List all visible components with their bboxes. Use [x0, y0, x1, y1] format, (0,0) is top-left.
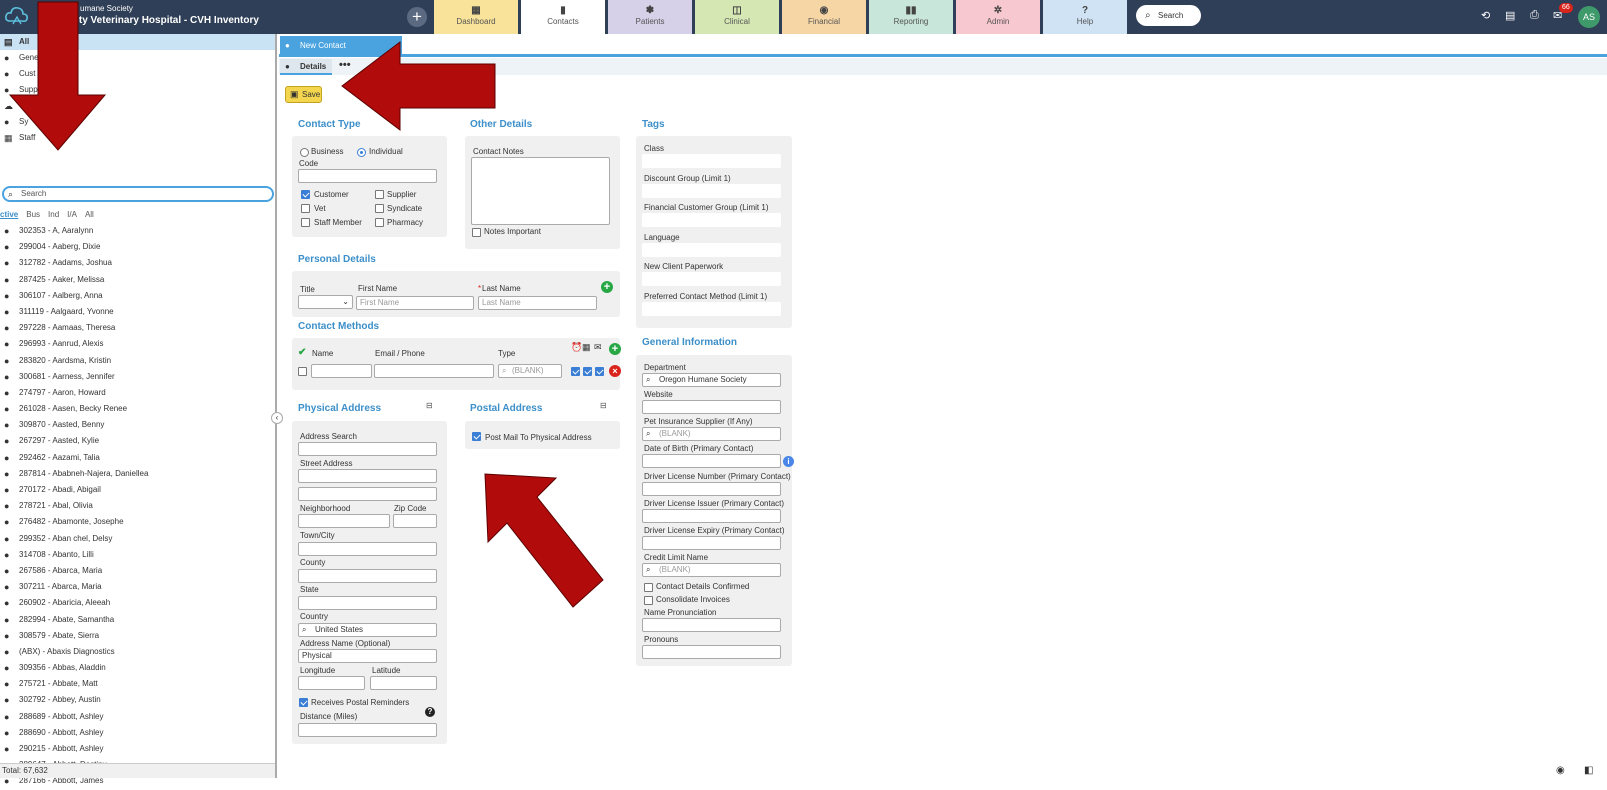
- annotation-arrow-left: [341, 40, 496, 132]
- annotation-arrow-up-left: [484, 473, 604, 608]
- annotation-arrows: [8, 1, 604, 608]
- annotation-arrow-down: [8, 1, 107, 151]
